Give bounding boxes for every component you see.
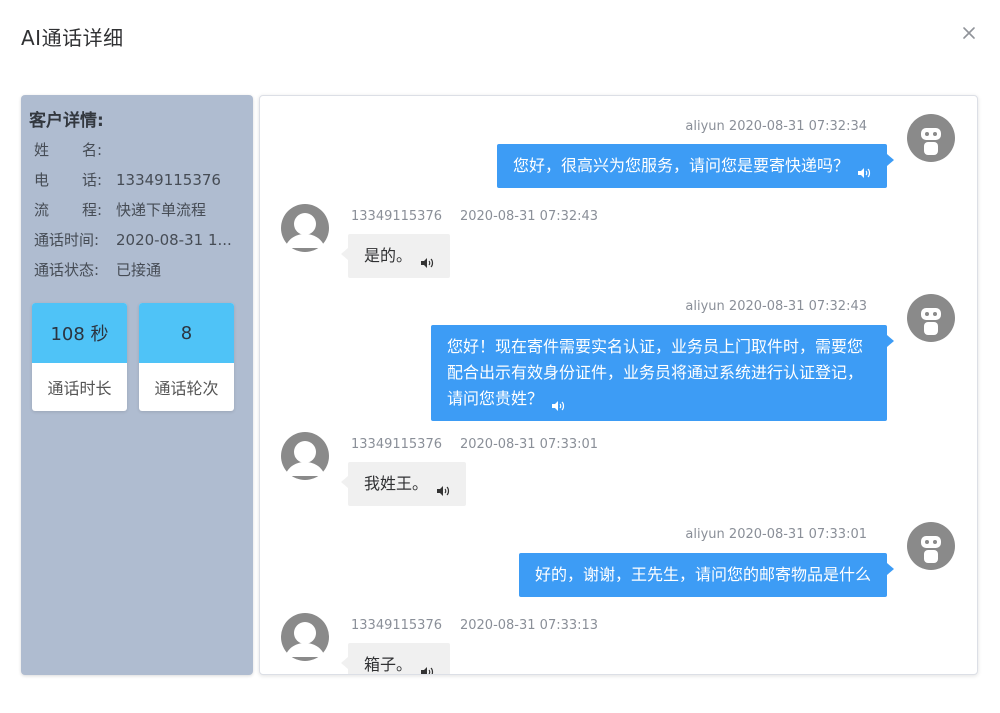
message-meta: 13349115376 2020-08-31 07:33:01 xyxy=(351,437,599,452)
speaker-icon[interactable] xyxy=(436,479,450,496)
customer-info-list: 姓名: 电话: 13349115376 流程: 快递下单流程 通话时间: 202… xyxy=(34,135,232,285)
user-message-bubble: 我姓王。 xyxy=(340,462,467,506)
customer-details-heading: 客户详情: xyxy=(29,111,104,131)
info-value: 快递下单流程 xyxy=(116,201,207,219)
user-message-bubble: 是的。 xyxy=(340,234,451,278)
info-row-call-status: 通话状态: 已接通 xyxy=(34,255,232,285)
info-label: 通话时间: xyxy=(34,231,100,249)
stat-label: 通话轮次 xyxy=(154,379,219,398)
robot-avatar-icon xyxy=(907,114,955,162)
info-label: 姓名: xyxy=(34,141,103,159)
stat-card-rounds: 8 通话轮次 xyxy=(139,303,234,411)
info-row-name: 姓名: xyxy=(34,135,232,165)
stat-card-duration: 108 秒 通话时长 xyxy=(32,303,127,411)
robot-avatar-icon xyxy=(907,294,955,342)
message-text: 您好！现在寄件需要实名认证，业务员上门取件时，需要您配合出示有效身份证件，业务员… xyxy=(447,337,864,408)
stat-value: 108 秒 xyxy=(32,303,127,363)
agent-message-bubble: 您好，很高兴为您服务，请问您是要寄快递吗？ xyxy=(496,144,895,188)
robot-avatar-icon xyxy=(907,522,955,570)
info-row-process: 流程: 快递下单流程 xyxy=(34,195,232,225)
message-meta: 13349115376 2020-08-31 07:32:43 xyxy=(351,209,599,224)
message-meta: 13349115376 2020-08-31 07:33:13 xyxy=(351,618,599,633)
person-avatar-icon xyxy=(281,613,329,661)
message-text: 我姓王。 xyxy=(364,474,429,493)
speaker-icon[interactable] xyxy=(551,394,565,411)
info-value: 2020-08-31 1... xyxy=(116,231,232,249)
person-avatar-icon xyxy=(281,432,329,480)
agent-message-bubble: 您好！现在寄件需要实名认证，业务员上门取件时，需要您配合出示有效身份证件，业务员… xyxy=(431,325,894,421)
chat-transcript-panel[interactable]: aliyun 2020-08-31 07:32:34 您好，很高兴为您服务，请问… xyxy=(259,95,978,675)
message-meta: aliyun 2020-08-31 07:32:43 xyxy=(685,299,867,314)
speaker-icon[interactable] xyxy=(420,660,434,674)
speaker-icon[interactable] xyxy=(420,251,434,268)
message-text: 好的，谢谢，王先生，请问您的邮寄物品是什么 xyxy=(534,565,871,584)
message-text: 您好，很高兴为您服务，请问您是要寄快递吗？ xyxy=(512,156,849,175)
info-row-call-time: 通话时间: 2020-08-31 1... xyxy=(34,225,232,255)
info-value: 已接通 xyxy=(116,261,162,279)
info-label: 通话状态: xyxy=(34,261,100,279)
message-meta: aliyun 2020-08-31 07:33:01 xyxy=(685,527,867,542)
person-avatar-icon xyxy=(281,204,329,252)
message-meta: aliyun 2020-08-31 07:32:34 xyxy=(685,119,867,134)
info-value: 13349115376 xyxy=(116,171,221,189)
stat-value: 8 xyxy=(139,303,234,363)
dialog-title: AI通话详细 xyxy=(21,26,124,50)
agent-message-bubble: 好的，谢谢，王先生，请问您的邮寄物品是什么 xyxy=(518,553,895,597)
message-text: 箱子。 xyxy=(364,655,413,674)
speaker-icon[interactable] xyxy=(857,161,871,178)
info-label: 流程: xyxy=(34,201,103,219)
stat-label: 通话时长 xyxy=(47,379,112,398)
info-label: 电话: xyxy=(34,171,103,189)
info-row-phone: 电话: 13349115376 xyxy=(34,165,232,195)
close-icon[interactable] xyxy=(958,22,980,44)
user-message-bubble: 箱子。 xyxy=(340,643,451,674)
customer-details-panel: 客户详情: 姓名: 电话: 13349115376 流程: 快递下单流程 通话时… xyxy=(21,95,253,675)
message-text: 是的。 xyxy=(364,246,413,265)
